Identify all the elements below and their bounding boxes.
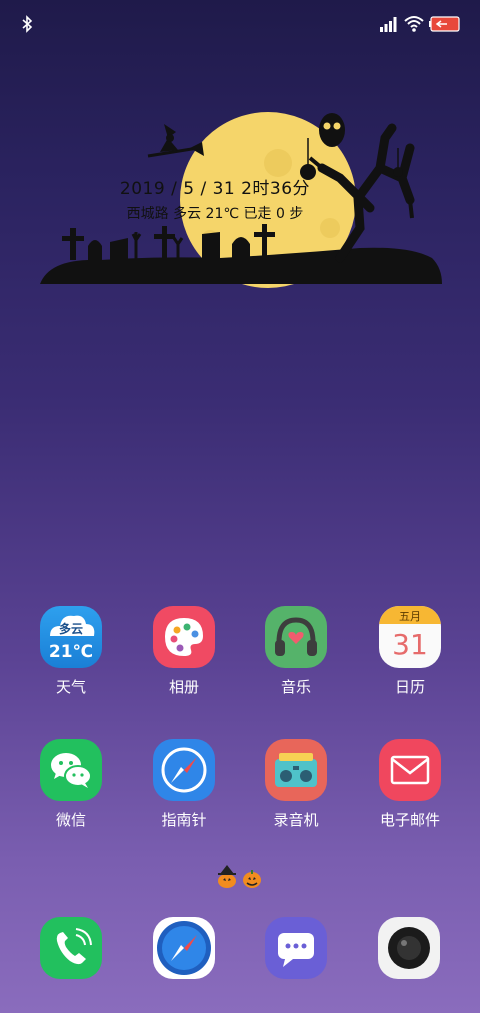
- recorder-radio-icon: [265, 739, 327, 801]
- app-label: 天气: [55, 678, 86, 696]
- weather-condition-text: 多云: [58, 622, 83, 636]
- messages-icon[interactable]: [265, 917, 327, 979]
- app-music[interactable]: 音乐: [241, 606, 351, 697]
- app-weather[interactable]: 多云 21℃ 天气: [16, 606, 126, 697]
- wechat-icon: [40, 739, 102, 801]
- status-bar: [0, 0, 480, 48]
- bluetooth-icon: [22, 15, 33, 33]
- app-wechat[interactable]: 微信: [16, 739, 126, 830]
- cellular-signal-icon: [380, 17, 397, 32]
- gallery-palette-icon: [153, 606, 215, 668]
- app-email[interactable]: 电子邮件: [355, 739, 465, 830]
- wifi-icon: [404, 16, 424, 32]
- weather-temp-text: 21℃: [48, 642, 94, 662]
- weather-icon: 多云 21℃: [40, 606, 102, 668]
- app-calendar[interactable]: 五月 31 日历: [355, 606, 465, 697]
- widget-date-time: 2019 / 5 / 31 2时36分: [119, 179, 311, 199]
- music-headphones-icon: [265, 606, 327, 668]
- witch-pumpkin-icon: [218, 865, 236, 888]
- compass-icon: [153, 739, 215, 801]
- calendar-day-text: 31: [392, 628, 428, 661]
- browser-compass-icon[interactable]: [153, 917, 215, 979]
- calendar-month-text: 五月: [399, 610, 421, 623]
- app-gallery[interactable]: 相册: [129, 606, 239, 697]
- app-label: 电子邮件: [379, 811, 440, 829]
- battery-icon: [429, 16, 460, 32]
- pumpkin-icon: [243, 870, 261, 888]
- app-recorder[interactable]: 录音机: [241, 739, 351, 830]
- phone-icon[interactable]: [40, 917, 102, 979]
- app-label: 音乐: [280, 678, 311, 696]
- widget-weather-steps: 西城路 多云 21℃ 已走 0 步: [126, 206, 304, 222]
- app-label: 录音机: [273, 811, 319, 829]
- email-envelope-icon: [379, 739, 441, 801]
- app-compass[interactable]: 指南针: [129, 739, 239, 830]
- page-indicator: [214, 864, 266, 894]
- app-label: 日历: [394, 678, 425, 696]
- camera-icon[interactable]: [378, 917, 440, 979]
- clock-weather-widget[interactable]: 2019 / 5 / 31 2时36分 西城路 多云 21℃ 已走 0 步: [40, 108, 442, 288]
- calendar-icon: 五月 31: [379, 606, 441, 668]
- app-label: 指南针: [161, 811, 207, 829]
- app-label: 相册: [168, 678, 199, 696]
- app-label: 微信: [55, 811, 86, 829]
